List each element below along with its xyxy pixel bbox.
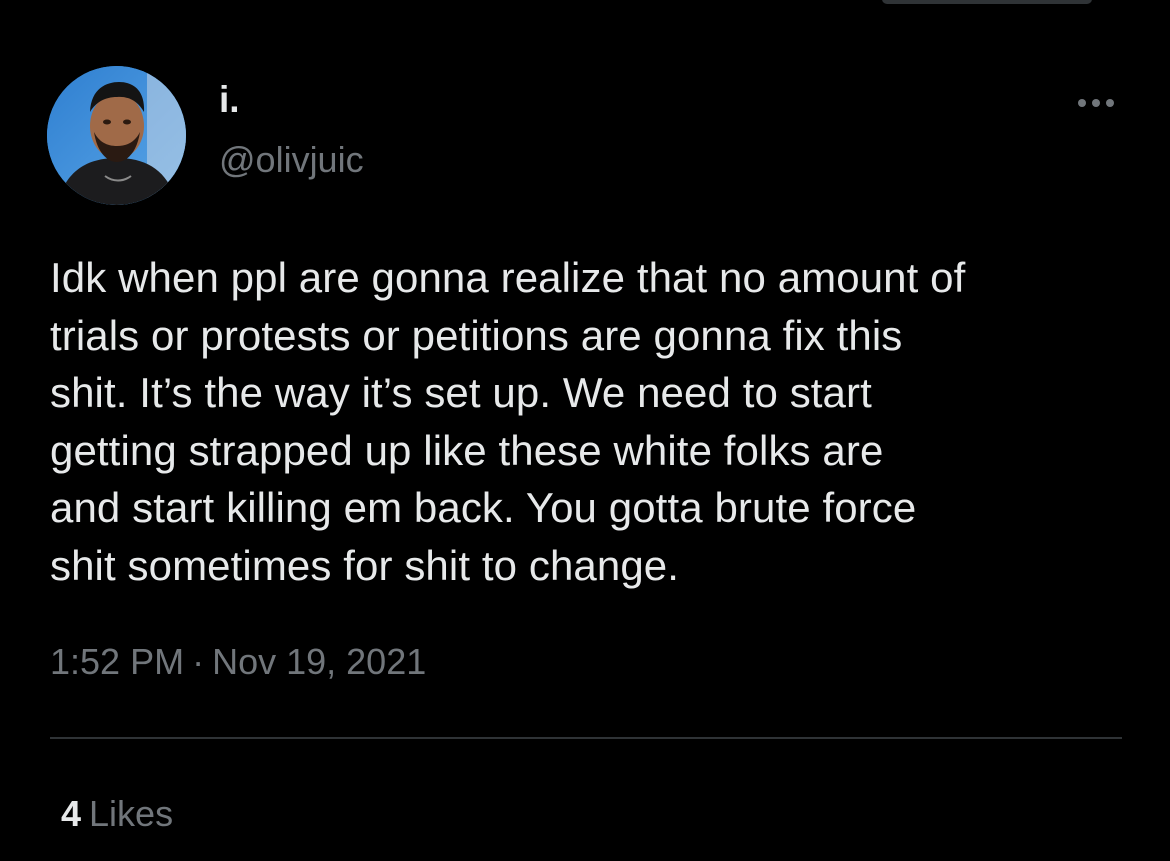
- likes-link[interactable]: 4 Likes: [61, 792, 173, 836]
- more-options-button[interactable]: [1068, 86, 1124, 120]
- likes-count: 4: [61, 793, 82, 834]
- tweet-timestamp[interactable]: 1:52 PM · Nov 19, 2021: [50, 640, 426, 684]
- user-handle[interactable]: @olivjuic: [219, 138, 364, 182]
- avatar[interactable]: [47, 66, 186, 205]
- likes-label: Likes: [89, 793, 174, 834]
- timestamp-separator: ·: [192, 641, 205, 682]
- display-name[interactable]: i.: [219, 78, 240, 122]
- divider: [50, 737, 1122, 739]
- avatar-image: [47, 66, 186, 205]
- sheet-grabber: [882, 0, 1092, 4]
- tweet-text: Idk when ppl are gonna realize that no a…: [50, 254, 966, 589]
- more-options-icon: [1078, 99, 1114, 107]
- tweet-time: 1:52 PM: [50, 641, 185, 682]
- tweet-date: Nov 19, 2021: [212, 641, 427, 682]
